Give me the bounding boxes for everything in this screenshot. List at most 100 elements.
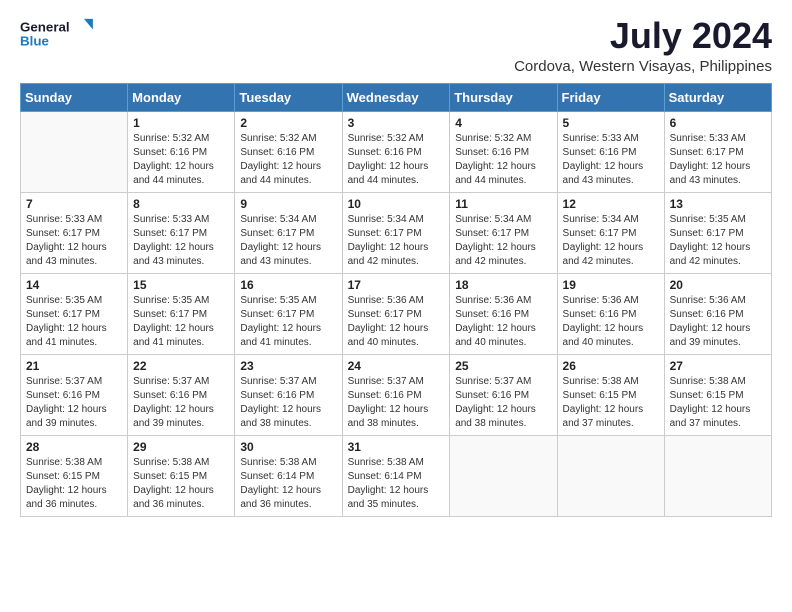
calendar: SundayMondayTuesdayWednesdayThursdayFrid… (20, 83, 772, 517)
day-number: 3 (348, 116, 445, 130)
day-info: Sunrise: 5:33 AM Sunset: 6:16 PM Dayligh… (563, 132, 659, 188)
calendar-cell: 22 Sunrise: 5:37 AM Sunset: 6:16 PM Dayli… (128, 354, 235, 435)
day-number: 19 (563, 278, 659, 292)
day-number: 24 (348, 359, 445, 373)
location: Cordova, Western Visayas, Philippines (514, 58, 772, 75)
calendar-cell: 31 Sunrise: 5:38 AM Sunset: 6:14 PM Dayli… (342, 435, 450, 516)
calendar-cell: 8 Sunrise: 5:33 AM Sunset: 6:17 PM Daylig… (128, 192, 235, 273)
calendar-cell: 18 Sunrise: 5:36 AM Sunset: 6:16 PM Dayli… (450, 273, 557, 354)
header-tuesday: Tuesday (235, 83, 342, 111)
day-info: Sunrise: 5:38 AM Sunset: 6:15 PM Dayligh… (133, 456, 229, 512)
calendar-cell: 23 Sunrise: 5:37 AM Sunset: 6:16 PM Dayli… (235, 354, 342, 435)
day-info: Sunrise: 5:38 AM Sunset: 6:14 PM Dayligh… (348, 456, 445, 512)
day-info: Sunrise: 5:32 AM Sunset: 6:16 PM Dayligh… (348, 132, 445, 188)
day-info: Sunrise: 5:36 AM Sunset: 6:16 PM Dayligh… (670, 294, 766, 350)
header-thursday: Thursday (450, 83, 557, 111)
calendar-cell: 5 Sunrise: 5:33 AM Sunset: 6:16 PM Daylig… (557, 111, 664, 192)
day-number: 11 (455, 197, 551, 211)
calendar-cell: 6 Sunrise: 5:33 AM Sunset: 6:17 PM Daylig… (664, 111, 771, 192)
day-number: 20 (670, 278, 766, 292)
day-number: 16 (240, 278, 336, 292)
day-number: 2 (240, 116, 336, 130)
header-row: SundayMondayTuesdayWednesdayThursdayFrid… (21, 83, 772, 111)
calendar-cell: 16 Sunrise: 5:35 AM Sunset: 6:17 PM Dayli… (235, 273, 342, 354)
calendar-cell (664, 435, 771, 516)
day-info: Sunrise: 5:36 AM Sunset: 6:16 PM Dayligh… (455, 294, 551, 350)
day-info: Sunrise: 5:32 AM Sunset: 6:16 PM Dayligh… (455, 132, 551, 188)
calendar-cell: 28Sunrise: 5:38 AM Sunset: 6:15 PM Dayli… (21, 435, 128, 516)
day-info: Sunrise: 5:32 AM Sunset: 6:16 PM Dayligh… (240, 132, 336, 188)
calendar-cell: 21Sunrise: 5:37 AM Sunset: 6:16 PM Dayli… (21, 354, 128, 435)
day-number: 1 (133, 116, 229, 130)
calendar-cell: 26 Sunrise: 5:38 AM Sunset: 6:15 PM Dayli… (557, 354, 664, 435)
calendar-cell: 27Sunrise: 5:38 AM Sunset: 6:15 PM Dayli… (664, 354, 771, 435)
day-info: Sunrise: 5:35 AM Sunset: 6:17 PM Dayligh… (26, 294, 122, 350)
calendar-cell (557, 435, 664, 516)
calendar-cell: 29 Sunrise: 5:38 AM Sunset: 6:15 PM Dayli… (128, 435, 235, 516)
calendar-cell: 1 Sunrise: 5:32 AM Sunset: 6:16 PM Daylig… (128, 111, 235, 192)
day-number: 28 (26, 440, 122, 454)
day-number: 18 (455, 278, 551, 292)
day-info: Sunrise: 5:34 AM Sunset: 6:17 PM Dayligh… (563, 213, 659, 269)
logo: General Blue (20, 16, 100, 52)
header-sunday: Sunday (21, 83, 128, 111)
day-number: 26 (563, 359, 659, 373)
day-info: Sunrise: 5:33 AM Sunset: 6:17 PM Dayligh… (26, 213, 122, 269)
calendar-cell: 24 Sunrise: 5:37 AM Sunset: 6:16 PM Dayli… (342, 354, 450, 435)
day-number: 30 (240, 440, 336, 454)
calendar-cell: 20 Sunrise: 5:36 AM Sunset: 6:16 PM Dayli… (664, 273, 771, 354)
title-block: July 2024 Cordova, Western Visayas, Phil… (514, 16, 772, 75)
calendar-cell (450, 435, 557, 516)
day-number: 13 (670, 197, 766, 211)
calendar-cell: 19 Sunrise: 5:36 AM Sunset: 6:16 PM Dayli… (557, 273, 664, 354)
calendar-cell: 9Sunrise: 5:34 AM Sunset: 6:17 PM Daylig… (235, 192, 342, 273)
calendar-cell: 14 Sunrise: 5:35 AM Sunset: 6:17 PM Dayli… (21, 273, 128, 354)
day-number: 17 (348, 278, 445, 292)
day-info: Sunrise: 5:37 AM Sunset: 6:16 PM Dayligh… (240, 375, 336, 431)
day-number: 31 (348, 440, 445, 454)
day-info: Sunrise: 5:36 AM Sunset: 6:17 PM Dayligh… (348, 294, 445, 350)
day-info: Sunrise: 5:36 AM Sunset: 6:16 PM Dayligh… (563, 294, 659, 350)
day-number: 22 (133, 359, 229, 373)
header-saturday: Saturday (664, 83, 771, 111)
day-number: 29 (133, 440, 229, 454)
calendar-cell: 13Sunrise: 5:35 AM Sunset: 6:17 PM Dayli… (664, 192, 771, 273)
calendar-cell (21, 111, 128, 192)
day-number: 14 (26, 278, 122, 292)
day-number: 7 (26, 197, 122, 211)
day-number: 23 (240, 359, 336, 373)
day-info: Sunrise: 5:34 AM Sunset: 6:17 PM Dayligh… (240, 213, 336, 269)
header-wednesday: Wednesday (342, 83, 450, 111)
calendar-cell: 10 Sunrise: 5:34 AM Sunset: 6:17 PM Dayli… (342, 192, 450, 273)
day-info: Sunrise: 5:33 AM Sunset: 6:17 PM Dayligh… (670, 132, 766, 188)
header-friday: Friday (557, 83, 664, 111)
day-info: Sunrise: 5:37 AM Sunset: 6:16 PM Dayligh… (133, 375, 229, 431)
day-number: 15 (133, 278, 229, 292)
day-number: 25 (455, 359, 551, 373)
day-number: 4 (455, 116, 551, 130)
calendar-cell: 30Sunrise: 5:38 AM Sunset: 6:14 PM Dayli… (235, 435, 342, 516)
calendar-cell: 3 Sunrise: 5:32 AM Sunset: 6:16 PM Daylig… (342, 111, 450, 192)
day-number: 6 (670, 116, 766, 130)
calendar-cell: 12Sunrise: 5:34 AM Sunset: 6:17 PM Dayli… (557, 192, 664, 273)
week-row-1: 7 Sunrise: 5:33 AM Sunset: 6:17 PM Daylig… (21, 192, 772, 273)
day-number: 10 (348, 197, 445, 211)
day-info: Sunrise: 5:35 AM Sunset: 6:17 PM Dayligh… (133, 294, 229, 350)
day-number: 27 (670, 359, 766, 373)
day-info: Sunrise: 5:33 AM Sunset: 6:17 PM Dayligh… (133, 213, 229, 269)
day-info: Sunrise: 5:37 AM Sunset: 6:16 PM Dayligh… (348, 375, 445, 431)
day-number: 5 (563, 116, 659, 130)
day-number: 8 (133, 197, 229, 211)
calendar-cell: 7 Sunrise: 5:33 AM Sunset: 6:17 PM Daylig… (21, 192, 128, 273)
week-row-3: 21Sunrise: 5:37 AM Sunset: 6:16 PM Dayli… (21, 354, 772, 435)
calendar-cell: 4 Sunrise: 5:32 AM Sunset: 6:16 PM Daylig… (450, 111, 557, 192)
calendar-cell: 11 Sunrise: 5:34 AM Sunset: 6:17 PM Dayli… (450, 192, 557, 273)
day-info: Sunrise: 5:38 AM Sunset: 6:15 PM Dayligh… (563, 375, 659, 431)
day-info: Sunrise: 5:34 AM Sunset: 6:17 PM Dayligh… (348, 213, 445, 269)
svg-text:Blue: Blue (20, 34, 49, 49)
day-info: Sunrise: 5:34 AM Sunset: 6:17 PM Dayligh… (455, 213, 551, 269)
day-info: Sunrise: 5:32 AM Sunset: 6:16 PM Dayligh… (133, 132, 229, 188)
day-info: Sunrise: 5:35 AM Sunset: 6:17 PM Dayligh… (240, 294, 336, 350)
header-monday: Monday (128, 83, 235, 111)
calendar-cell: 15 Sunrise: 5:35 AM Sunset: 6:17 PM Dayli… (128, 273, 235, 354)
